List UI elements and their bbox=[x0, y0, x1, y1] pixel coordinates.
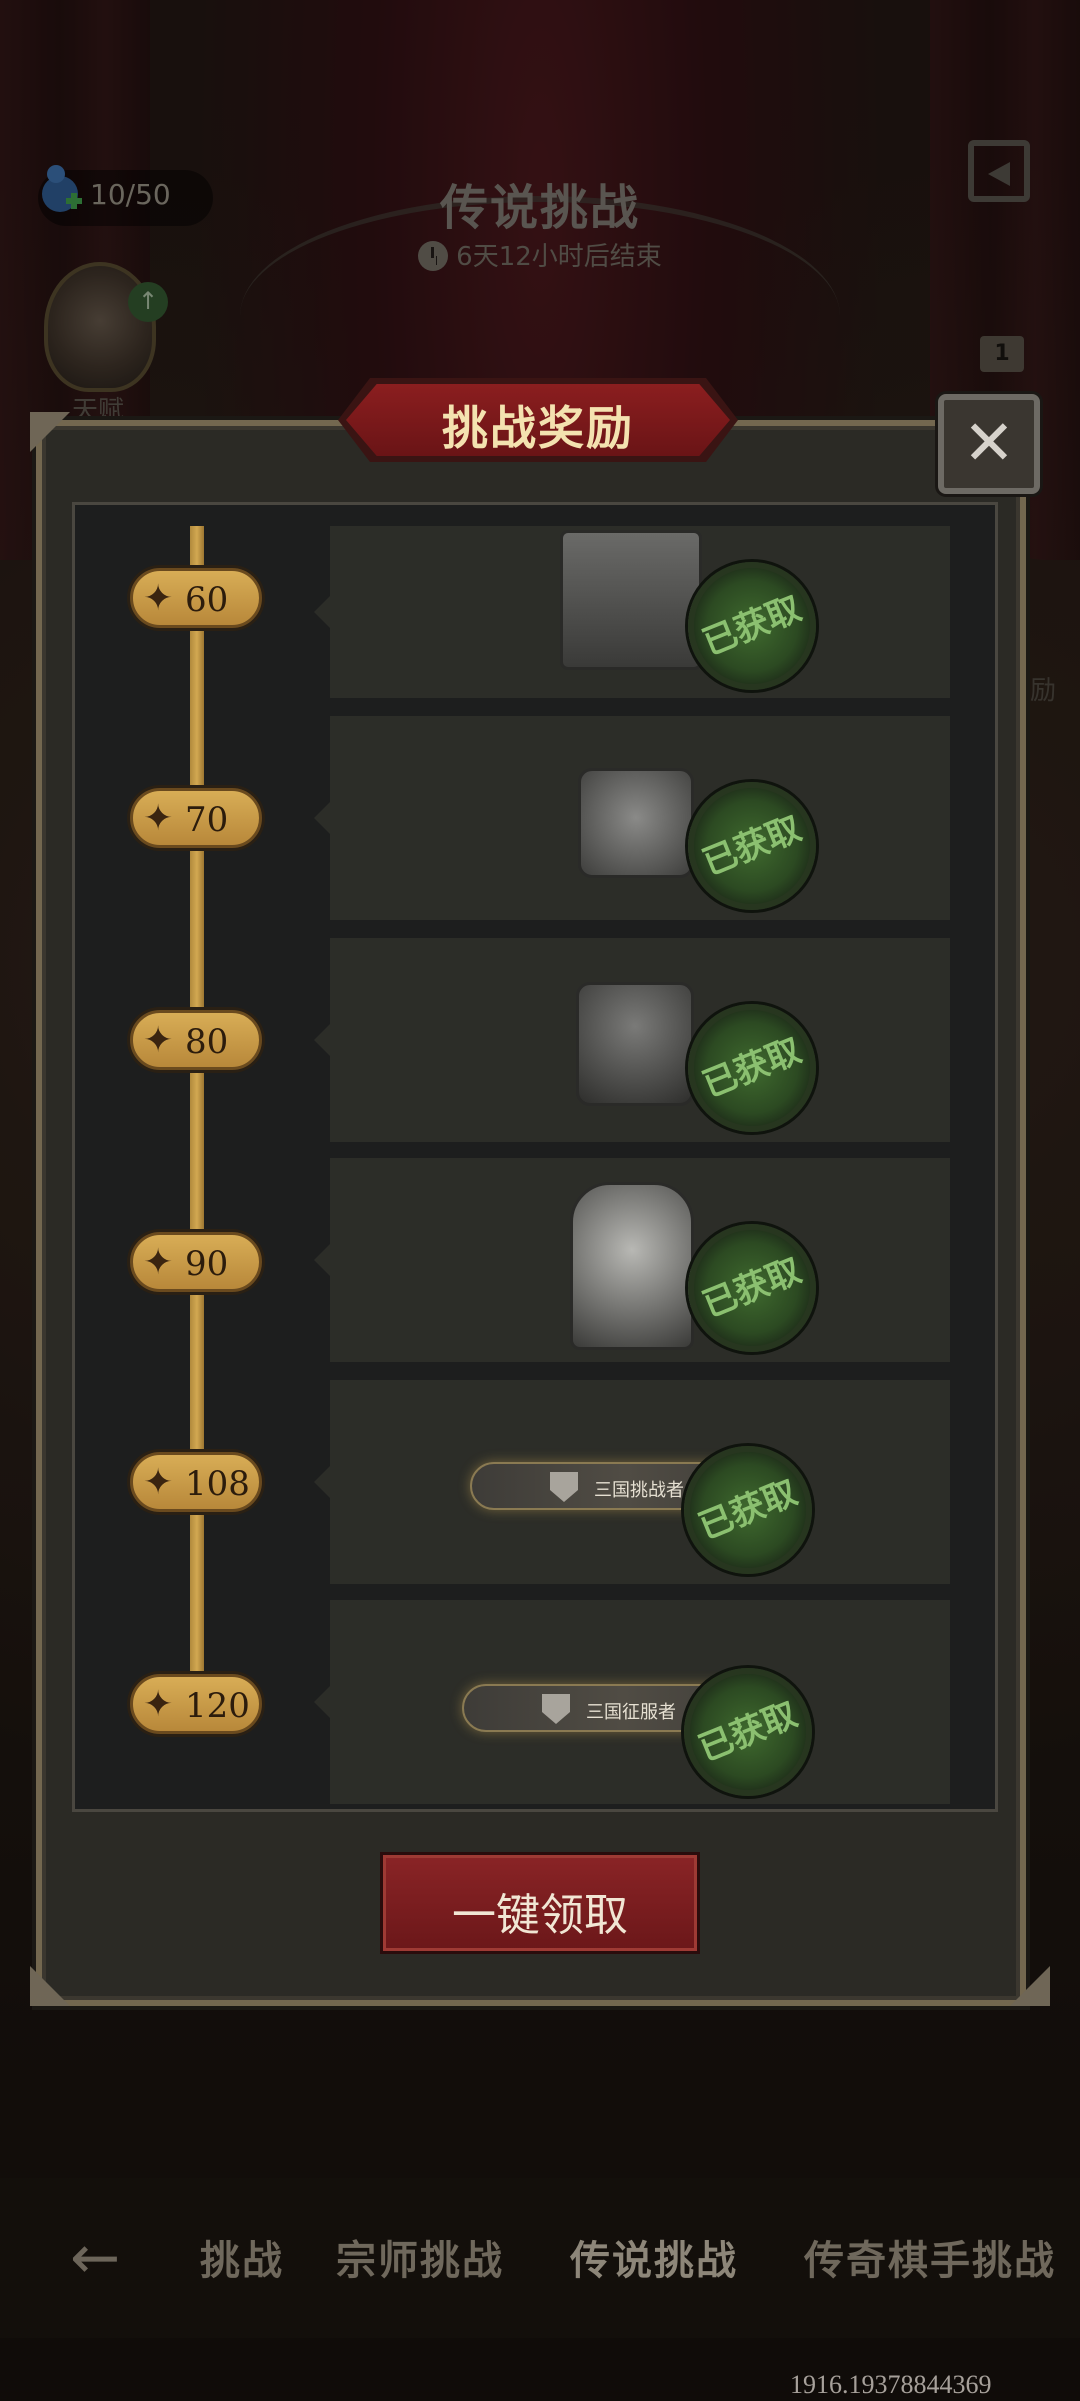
milestone-value: 108 bbox=[185, 1464, 250, 1504]
milestone-value: 90 bbox=[185, 1244, 229, 1284]
star-icon: ✦ bbox=[143, 1242, 174, 1283]
milestone-value: 120 bbox=[185, 1686, 250, 1726]
character-portrait-icon[interactable] bbox=[570, 1182, 694, 1350]
dialog-title: 挑战奖励 bbox=[442, 401, 634, 455]
back-arrow-icon[interactable]: ← bbox=[70, 2228, 140, 2288]
milestone-marker: ✦ 120 bbox=[130, 1674, 262, 1734]
milestone-marker: ✦ 70 bbox=[130, 788, 262, 848]
milestone-marker: ✦ 60 bbox=[130, 568, 262, 628]
milestone-marker: ✦ 90 bbox=[130, 1232, 262, 1292]
claimed-stamp: 已获取 bbox=[688, 1224, 816, 1352]
star-icon: ✦ bbox=[143, 1462, 174, 1503]
close-button[interactable]: ✕ bbox=[938, 394, 1040, 494]
shield-icon bbox=[550, 1472, 578, 1502]
star-icon: ✦ bbox=[143, 1020, 174, 1061]
claimed-stamp: 已获取 bbox=[688, 1004, 816, 1132]
milestone-marker: ✦ 108 bbox=[130, 1452, 262, 1512]
claim-all-label: 一键领取 bbox=[452, 1890, 628, 1941]
claimed-stamp: 已获取 bbox=[688, 782, 816, 910]
shield-icon bbox=[542, 1694, 570, 1724]
tab-legend-challenge[interactable]: 传说挑战 bbox=[570, 2228, 738, 2286]
star-icon: ✦ bbox=[143, 1684, 174, 1725]
claimed-stamp: 已获取 bbox=[684, 1446, 812, 1574]
claim-all-button[interactable]: 一键领取 bbox=[380, 1852, 700, 1954]
watermark-text: 1916.19378844369 bbox=[790, 2370, 992, 2399]
progress-track bbox=[190, 526, 204, 1686]
close-icon: ✕ bbox=[963, 406, 1015, 479]
pumpkin-badge-icon[interactable] bbox=[578, 768, 694, 878]
milestone-value: 70 bbox=[185, 800, 229, 840]
reward-title: 三国征服者 bbox=[586, 1702, 676, 1723]
star-icon: ✦ bbox=[143, 798, 174, 839]
claimed-stamp: 已获取 bbox=[688, 562, 816, 690]
tab-challenge[interactable]: 挑战 bbox=[200, 2228, 284, 2286]
milestone-marker: ✦ 80 bbox=[130, 1010, 262, 1070]
milestone-value: 60 bbox=[185, 580, 229, 620]
reward-title: 三国挑战者 bbox=[594, 1480, 684, 1501]
milestone-value: 80 bbox=[185, 1022, 229, 1062]
tab-master-challenge[interactable]: 宗师挑战 bbox=[336, 2228, 504, 2286]
witch-hat-card-icon[interactable] bbox=[576, 982, 694, 1106]
tab-grandmaster-challenge[interactable]: 传奇棋手挑战 bbox=[804, 2228, 1056, 2286]
claimed-stamp: 已获取 bbox=[684, 1668, 812, 1796]
star-icon: ✦ bbox=[143, 578, 174, 619]
